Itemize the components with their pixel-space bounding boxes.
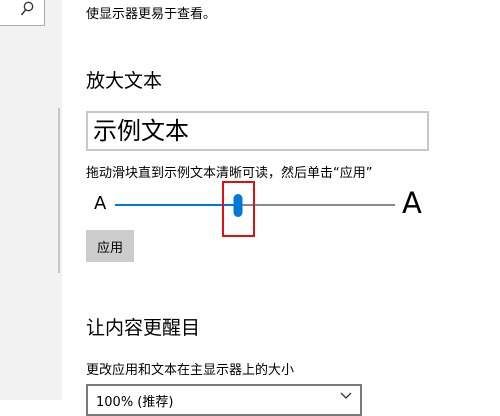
slider-thumb-highlight	[222, 181, 255, 237]
sample-text: 示例文本	[93, 117, 189, 145]
make-everything-bigger-title: 让内容更醒目	[86, 317, 201, 339]
sample-text-box: 示例文本	[86, 111, 429, 151]
sidebar	[0, 0, 62, 400]
slider-instruction: 拖动滑块直到示例文本清晰可读，然后单击“应用”	[86, 166, 373, 181]
settings-content: 使显示器更易于查看。 放大文本 示例文本 拖动滑块直到示例文本清晰可读，然后单击…	[62, 0, 500, 416]
sidebar-scrollbar[interactable]	[58, 108, 60, 273]
make-text-bigger-title: 放大文本	[86, 70, 163, 92]
chevron-down-icon	[340, 392, 352, 399]
scale-dropdown[interactable]: 100% (推荐)	[86, 384, 362, 416]
scale-label: 更改应用和文本在主显示器上的大小	[86, 363, 295, 378]
scale-dropdown-value: 100% (推荐)	[96, 395, 174, 410]
text-size-slider[interactable]	[115, 204, 395, 206]
slider-min-label: A	[94, 193, 107, 214]
slider-max-label: A	[402, 186, 422, 220]
display-description: 使显示器更易于查看。	[86, 7, 217, 22]
apply-button[interactable]: 应用	[86, 230, 134, 262]
slider-fill	[115, 204, 239, 206]
search-box[interactable]	[0, 0, 45, 26]
search-icon[interactable]	[20, 1, 34, 17]
